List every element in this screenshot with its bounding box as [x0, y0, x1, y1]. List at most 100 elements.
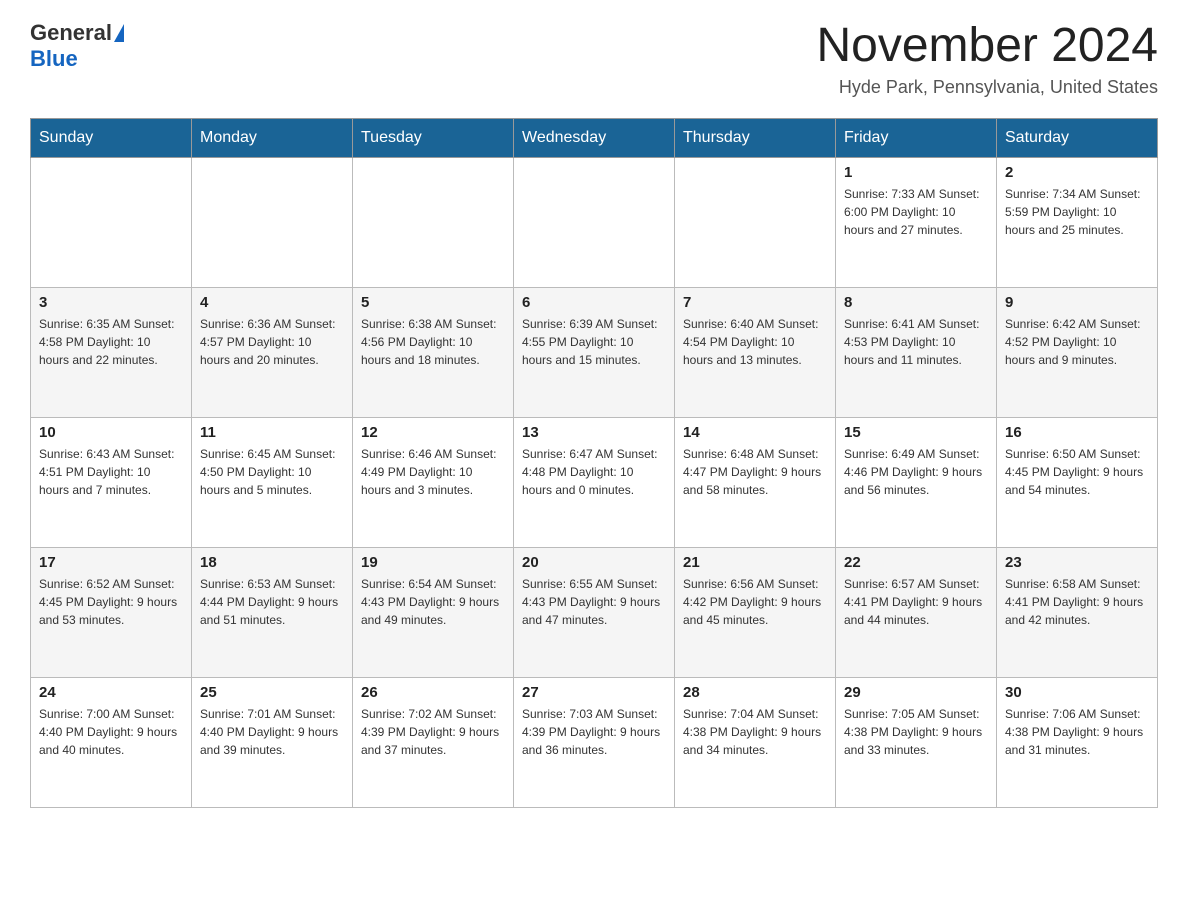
day-info: Sunrise: 6:53 AM Sunset: 4:44 PM Dayligh… — [200, 575, 344, 629]
day-info: Sunrise: 6:42 AM Sunset: 4:52 PM Dayligh… — [1005, 315, 1149, 369]
day-number: 4 — [200, 294, 344, 311]
day-info: Sunrise: 7:03 AM Sunset: 4:39 PM Dayligh… — [522, 705, 666, 759]
calendar-day-header: Sunday — [31, 118, 192, 157]
day-info: Sunrise: 7:06 AM Sunset: 4:38 PM Dayligh… — [1005, 705, 1149, 759]
day-number: 9 — [1005, 294, 1149, 311]
calendar-day-header: Monday — [192, 118, 353, 157]
calendar-day-header: Thursday — [675, 118, 836, 157]
calendar-cell: 12 Sunrise: 6:46 AM Sunset: 4:49 PM Dayli… — [353, 417, 514, 547]
day-info: Sunrise: 6:49 AM Sunset: 4:46 PM Dayligh… — [844, 445, 988, 499]
day-info: Sunrise: 6:35 AM Sunset: 4:58 PM Dayligh… — [39, 315, 183, 369]
calendar-cell: 5 Sunrise: 6:38 AM Sunset: 4:56 PM Daylig… — [353, 287, 514, 417]
day-number: 6 — [522, 294, 666, 311]
day-info: Sunrise: 6:48 AM Sunset: 4:47 PM Dayligh… — [683, 445, 827, 499]
day-info: Sunrise: 6:57 AM Sunset: 4:41 PM Dayligh… — [844, 575, 988, 629]
calendar-cell — [31, 157, 192, 287]
location-title: Hyde Park, Pennsylvania, United States — [816, 77, 1158, 98]
calendar-cell: 15 Sunrise: 6:49 AM Sunset: 4:46 PM Dayli… — [836, 417, 997, 547]
calendar-cell: 23 Sunrise: 6:58 AM Sunset: 4:41 PM Dayli… — [997, 547, 1158, 677]
day-info: Sunrise: 6:50 AM Sunset: 4:45 PM Dayligh… — [1005, 445, 1149, 499]
calendar-cell: 8 Sunrise: 6:41 AM Sunset: 4:53 PM Daylig… — [836, 287, 997, 417]
calendar-cell: 13 Sunrise: 6:47 AM Sunset: 4:48 PM Dayli… — [514, 417, 675, 547]
day-info: Sunrise: 6:46 AM Sunset: 4:49 PM Dayligh… — [361, 445, 505, 499]
day-info: Sunrise: 6:45 AM Sunset: 4:50 PM Dayligh… — [200, 445, 344, 499]
day-number: 20 — [522, 554, 666, 571]
day-number: 19 — [361, 554, 505, 571]
calendar-cell: 3 Sunrise: 6:35 AM Sunset: 4:58 PM Daylig… — [31, 287, 192, 417]
day-number: 21 — [683, 554, 827, 571]
day-number: 25 — [200, 684, 344, 701]
day-number: 23 — [1005, 554, 1149, 571]
calendar-day-header: Friday — [836, 118, 997, 157]
calendar-cell: 30 Sunrise: 7:06 AM Sunset: 4:38 PM Dayli… — [997, 677, 1158, 807]
day-number: 7 — [683, 294, 827, 311]
day-number: 16 — [1005, 424, 1149, 441]
calendar-cell: 1 Sunrise: 7:33 AM Sunset: 6:00 PM Daylig… — [836, 157, 997, 287]
calendar-cell: 10Sunrise: 6:43 AM Sunset: 4:51 PM Dayli… — [31, 417, 192, 547]
day-info: Sunrise: 6:41 AM Sunset: 4:53 PM Dayligh… — [844, 315, 988, 369]
day-number: 2 — [1005, 164, 1149, 181]
calendar-cell — [675, 157, 836, 287]
day-number: 1 — [844, 164, 988, 181]
logo: General Blue — [30, 20, 124, 72]
day-info: Sunrise: 6:52 AM Sunset: 4:45 PM Dayligh… — [39, 575, 183, 629]
day-info: Sunrise: 6:47 AM Sunset: 4:48 PM Dayligh… — [522, 445, 666, 499]
calendar-cell: 14 Sunrise: 6:48 AM Sunset: 4:47 PM Dayli… — [675, 417, 836, 547]
calendar-cell — [353, 157, 514, 287]
day-number: 17 — [39, 554, 183, 571]
calendar-cell: 17 Sunrise: 6:52 AM Sunset: 4:45 PM Dayli… — [31, 547, 192, 677]
day-info: Sunrise: 6:58 AM Sunset: 4:41 PM Dayligh… — [1005, 575, 1149, 629]
calendar-cell: 4 Sunrise: 6:36 AM Sunset: 4:57 PM Daylig… — [192, 287, 353, 417]
day-number: 28 — [683, 684, 827, 701]
day-number: 13 — [522, 424, 666, 441]
day-info: Sunrise: 7:33 AM Sunset: 6:00 PM Dayligh… — [844, 185, 988, 239]
calendar-day-header: Tuesday — [353, 118, 514, 157]
calendar-week-row: 17 Sunrise: 6:52 AM Sunset: 4:45 PM Dayli… — [31, 547, 1158, 677]
logo-triangle-icon — [114, 24, 124, 42]
day-number: 22 — [844, 554, 988, 571]
calendar-cell: 27 Sunrise: 7:03 AM Sunset: 4:39 PM Dayli… — [514, 677, 675, 807]
day-number: 14 — [683, 424, 827, 441]
calendar-cell: 24Sunrise: 7:00 AM Sunset: 4:40 PM Dayli… — [31, 677, 192, 807]
calendar-cell: 29 Sunrise: 7:05 AM Sunset: 4:38 PM Dayli… — [836, 677, 997, 807]
month-title: November 2024 — [816, 20, 1158, 73]
calendar-cell: 26 Sunrise: 7:02 AM Sunset: 4:39 PM Dayli… — [353, 677, 514, 807]
calendar-week-row: 10Sunrise: 6:43 AM Sunset: 4:51 PM Dayli… — [31, 417, 1158, 547]
calendar-cell: 16 Sunrise: 6:50 AM Sunset: 4:45 PM Dayli… — [997, 417, 1158, 547]
day-number: 29 — [844, 684, 988, 701]
day-number: 18 — [200, 554, 344, 571]
day-info: Sunrise: 6:36 AM Sunset: 4:57 PM Dayligh… — [200, 315, 344, 369]
calendar-week-row: 1 Sunrise: 7:33 AM Sunset: 6:00 PM Daylig… — [31, 157, 1158, 287]
calendar-table: SundayMondayTuesdayWednesdayThursdayFrid… — [30, 118, 1158, 808]
day-info: Sunrise: 7:05 AM Sunset: 4:38 PM Dayligh… — [844, 705, 988, 759]
calendar-cell: 6Sunrise: 6:39 AM Sunset: 4:55 PM Daylig… — [514, 287, 675, 417]
logo-blue-text: Blue — [30, 46, 78, 72]
day-number: 27 — [522, 684, 666, 701]
day-number: 3 — [39, 294, 183, 311]
day-info: Sunrise: 6:56 AM Sunset: 4:42 PM Dayligh… — [683, 575, 827, 629]
day-number: 5 — [361, 294, 505, 311]
day-info: Sunrise: 7:01 AM Sunset: 4:40 PM Dayligh… — [200, 705, 344, 759]
calendar-cell: 9 Sunrise: 6:42 AM Sunset: 4:52 PM Daylig… — [997, 287, 1158, 417]
calendar-cell — [192, 157, 353, 287]
day-number: 15 — [844, 424, 988, 441]
day-number: 10 — [39, 424, 183, 441]
calendar-cell: 28Sunrise: 7:04 AM Sunset: 4:38 PM Dayli… — [675, 677, 836, 807]
day-number: 26 — [361, 684, 505, 701]
calendar-cell: 18 Sunrise: 6:53 AM Sunset: 4:44 PM Dayli… — [192, 547, 353, 677]
day-number: 30 — [1005, 684, 1149, 701]
logo-general-text: General — [30, 20, 112, 46]
day-number: 8 — [844, 294, 988, 311]
day-info: Sunrise: 6:38 AM Sunset: 4:56 PM Dayligh… — [361, 315, 505, 369]
calendar-cell: 22 Sunrise: 6:57 AM Sunset: 4:41 PM Dayli… — [836, 547, 997, 677]
calendar-day-header: Wednesday — [514, 118, 675, 157]
day-info: Sunrise: 6:40 AM Sunset: 4:54 PM Dayligh… — [683, 315, 827, 369]
page-header: General Blue November 2024 Hyde Park, Pe… — [30, 20, 1158, 98]
calendar-cell: 25 Sunrise: 7:01 AM Sunset: 4:40 PM Dayli… — [192, 677, 353, 807]
day-info: Sunrise: 6:55 AM Sunset: 4:43 PM Dayligh… — [522, 575, 666, 629]
day-info: Sunrise: 7:02 AM Sunset: 4:39 PM Dayligh… — [361, 705, 505, 759]
day-number: 12 — [361, 424, 505, 441]
calendar-cell: 2Sunrise: 7:34 AM Sunset: 5:59 PM Daylig… — [997, 157, 1158, 287]
calendar-day-header: Saturday — [997, 118, 1158, 157]
calendar-cell: 7 Sunrise: 6:40 AM Sunset: 4:54 PM Daylig… — [675, 287, 836, 417]
